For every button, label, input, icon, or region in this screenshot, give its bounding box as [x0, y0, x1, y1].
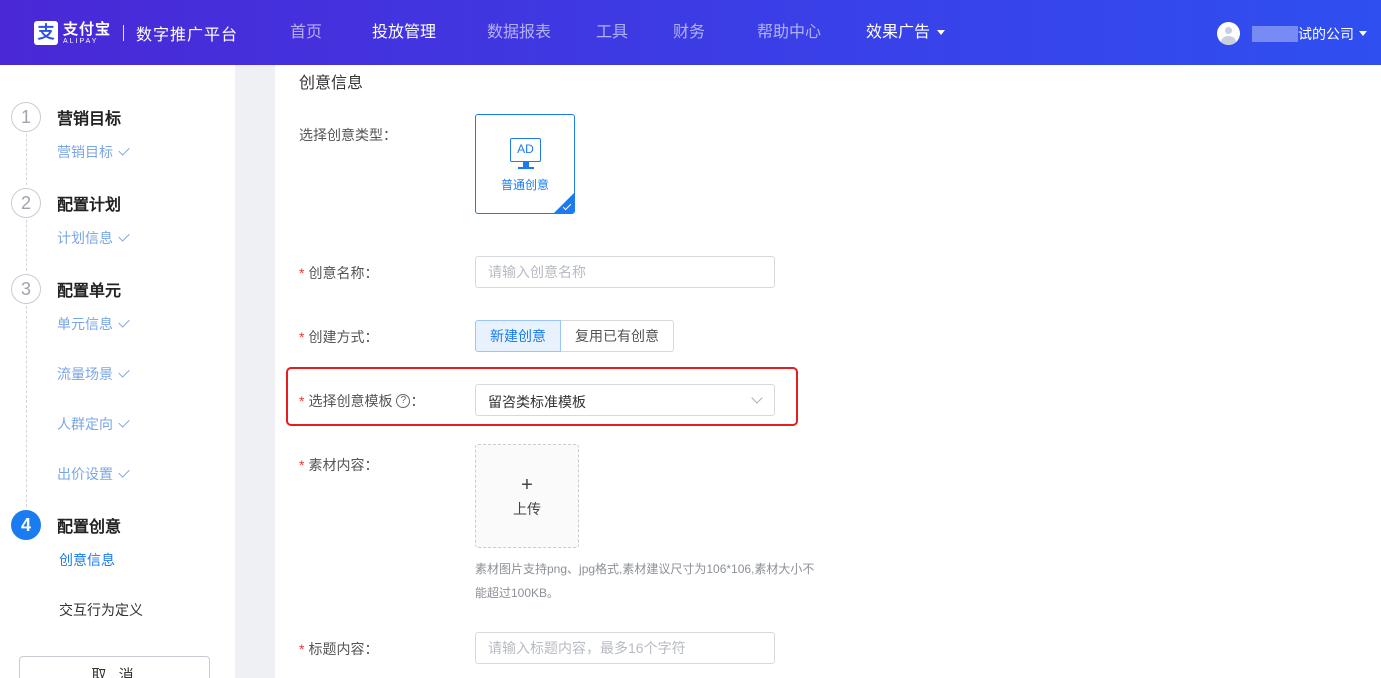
- check-icon: [118, 466, 130, 478]
- brand-divider: [123, 25, 125, 41]
- brand-wordmark: 支付宝 ALIPAY: [63, 22, 111, 45]
- step-sub-creative-info[interactable]: 创意信息: [59, 550, 115, 570]
- brand[interactable]: 支 支付宝 ALIPAY 数字推广平台: [34, 20, 238, 46]
- annotation-highlight-box: [286, 367, 798, 426]
- plus-icon: +: [521, 474, 533, 496]
- nav-help-center[interactable]: 帮助中心: [757, 22, 821, 44]
- nav-performance-ads-dropdown[interactable]: 效果广告: [866, 22, 946, 44]
- nav-tools[interactable]: 工具: [596, 22, 628, 44]
- step-sub-bidding[interactable]: 出价设置: [57, 464, 130, 484]
- check-icon: [118, 416, 130, 428]
- step-number-2: 2: [11, 188, 41, 218]
- required-mark: *: [299, 641, 305, 657]
- step-sub-label: 出价设置: [57, 466, 113, 482]
- step-title-plan: 配置计划: [57, 197, 122, 214]
- selected-corner-badge: [554, 193, 574, 213]
- creative-name-input[interactable]: [475, 256, 775, 288]
- step-sub-label: 人群定向: [57, 416, 113, 432]
- creative-name-label: * 创意名称：: [299, 263, 378, 283]
- check-icon: [118, 144, 130, 156]
- step-connector: [26, 301, 27, 507]
- nav-home[interactable]: 首页: [290, 22, 322, 44]
- step-sub-unit-info[interactable]: 单元信息: [57, 314, 130, 334]
- caret-down-icon: [1359, 31, 1367, 36]
- creative-type-card-standard[interactable]: AD 普通创意: [475, 114, 575, 214]
- title-content-label-text: 标题内容：: [308, 641, 379, 657]
- create-method-label-text: 创建方式：: [308, 329, 379, 345]
- nav-campaign-management[interactable]: 投放管理: [372, 22, 436, 44]
- brand-name-en: ALIPAY: [63, 37, 99, 45]
- step-number-1: 1: [11, 102, 41, 132]
- title-content-input[interactable]: [475, 632, 775, 664]
- step-connector: [26, 215, 27, 271]
- company-name: 试的公司: [1298, 25, 1354, 42]
- section-title: 创意信息: [299, 75, 364, 92]
- required-mark: *: [299, 265, 305, 281]
- caret-down-icon: [937, 30, 946, 36]
- reuse-creative-button[interactable]: 复用已有创意: [561, 320, 674, 352]
- image-upload-box[interactable]: + 上传: [475, 444, 579, 548]
- new-creative-button[interactable]: 新建创意: [475, 320, 561, 352]
- upload-label: 上传: [513, 501, 541, 517]
- brand-name-cn: 支付宝: [63, 20, 112, 38]
- required-mark: *: [299, 329, 305, 345]
- user-menu[interactable]: 试的公司: [1217, 22, 1367, 45]
- check-icon: [118, 366, 130, 378]
- step-connector: [26, 129, 27, 185]
- step-sub-label: 计划信息: [57, 230, 113, 246]
- check-icon: [118, 316, 130, 328]
- step-sub-label: 单元信息: [57, 316, 113, 332]
- material-label-text: 素材内容：: [308, 457, 379, 473]
- step-sub-audience[interactable]: 人群定向: [57, 414, 130, 434]
- step-sub-marketing-goal[interactable]: 营销目标: [57, 142, 130, 162]
- step-sub-plan-info[interactable]: 计划信息: [57, 228, 130, 248]
- creative-form-panel: 创意信息 选择创意类型： AD 普通创意 *创意名称： *创建方式： 新建创意 …: [275, 65, 1381, 678]
- title-content-label: * 标题内容：: [299, 639, 378, 659]
- creative-type-label: 选择创意类型：: [299, 127, 397, 143]
- ad-monitor-icon: AD: [510, 138, 541, 162]
- nav-reports[interactable]: 数据报表: [487, 22, 551, 44]
- create-method-toggle: 新建创意 复用已有创意: [475, 320, 674, 352]
- step-sub-label: 营销目标: [57, 144, 113, 160]
- material-label: * 素材内容：: [299, 455, 378, 475]
- steps-sidebar: 1 营销目标 营销目标 2 配置计划 计划信息 3 配置单元 单元信息 流量场景…: [0, 65, 235, 678]
- nav-dropdown-label: 效果广告: [866, 24, 931, 41]
- material-hint-line: 素材图片支持png、jpg格式,素材建议尺寸为106*106,素材大小不: [475, 562, 815, 576]
- step-sub-label: 流量场景: [57, 366, 113, 382]
- required-mark: *: [299, 457, 305, 473]
- ad-monitor-base: [518, 167, 534, 169]
- step-sub-interaction-definition[interactable]: 交互行为定义: [59, 600, 143, 620]
- step-number-4: 4: [11, 510, 41, 540]
- step-number-3: 3: [11, 274, 41, 304]
- step-title-marketing-goal: 营销目标: [57, 111, 122, 128]
- step-title-creative: 配置创意: [57, 519, 122, 536]
- user-avatar-icon: [1217, 22, 1240, 45]
- redacted-username: [1252, 25, 1298, 42]
- create-method-label: * 创建方式：: [299, 327, 378, 347]
- platform-title: 数字推广平台: [136, 27, 239, 44]
- top-nav-bar: 支 支付宝 ALIPAY 数字推广平台 首页 投放管理 数据报表 工具 财务 帮…: [0, 0, 1381, 65]
- alipay-logo-icon: 支: [34, 21, 58, 45]
- nav-finance[interactable]: 财务: [673, 22, 705, 44]
- material-hint: 素材图片支持png、jpg格式,素材建议尺寸为106*106,素材大小不 能超过…: [475, 557, 835, 605]
- step-title-unit: 配置单元: [57, 283, 122, 300]
- check-icon: [118, 230, 130, 242]
- cancel-button[interactable]: 取 消: [19, 656, 210, 678]
- creative-name-label-text: 创意名称：: [308, 265, 379, 281]
- step-sub-traffic-scene[interactable]: 流量场景: [57, 364, 130, 384]
- material-hint-line: 能超过100KB。: [475, 586, 560, 600]
- creative-type-card-label: 普通创意: [500, 178, 549, 192]
